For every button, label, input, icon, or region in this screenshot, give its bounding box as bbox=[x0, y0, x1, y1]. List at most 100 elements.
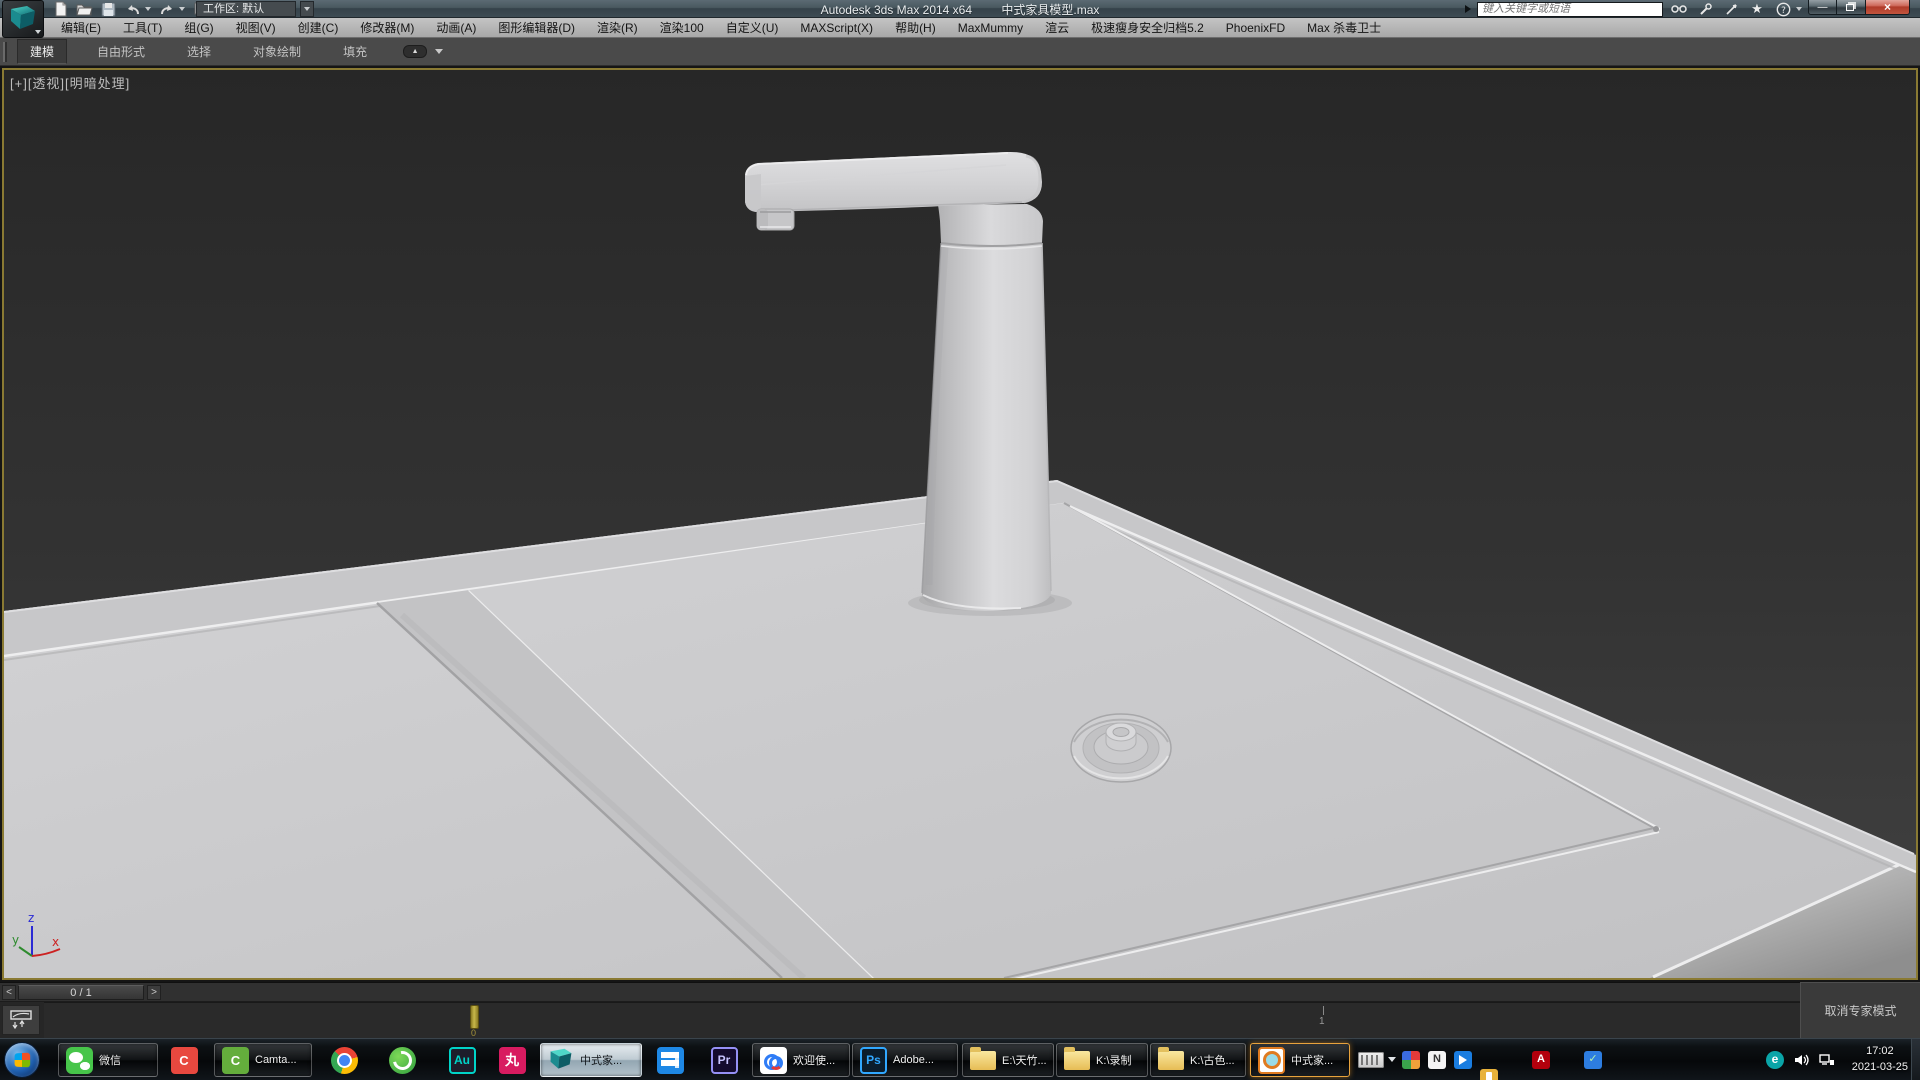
taskbar-capture-app[interactable]: 中式家... bbox=[1250, 1043, 1350, 1077]
show-desktop-button[interactable] bbox=[1911, 1039, 1920, 1080]
folder-icon bbox=[970, 1051, 996, 1070]
3dsmax-taskbar-icon bbox=[548, 1047, 574, 1073]
communication-center-icon[interactable] bbox=[1721, 2, 1741, 17]
perspective-viewport[interactable]: z y x [+][透视][明暗处理] bbox=[2, 68, 1918, 980]
green-swirl-icon bbox=[389, 1047, 416, 1074]
menu-create[interactable]: 创建(C) bbox=[287, 19, 350, 36]
menu-maxscript[interactable]: MAXScript(X) bbox=[789, 21, 884, 35]
favorites-star-icon[interactable]: ★ bbox=[1747, 2, 1767, 17]
menu-modifiers[interactable]: 修改器(M) bbox=[349, 19, 425, 36]
help-dropdown-icon[interactable] bbox=[1796, 7, 1802, 11]
menu-phoenixfd[interactable]: PhoenixFD bbox=[1215, 21, 1296, 35]
menu-rendercloud[interactable]: 渲云 bbox=[1034, 19, 1080, 36]
menu-group[interactable]: 组(G) bbox=[173, 19, 224, 36]
menu-rendering[interactable]: 渲染(R) bbox=[586, 19, 649, 36]
taskbar-green-app[interactable] bbox=[384, 1043, 420, 1077]
taskbar-premiere[interactable]: Pr bbox=[706, 1043, 742, 1077]
photoshop-icon: Ps bbox=[860, 1047, 887, 1074]
tray-network-icon[interactable] bbox=[1818, 1051, 1836, 1069]
tray-acrobat-icon[interactable]: A bbox=[1532, 1051, 1550, 1069]
redo-icon[interactable] bbox=[158, 1, 175, 17]
undo-icon[interactable] bbox=[124, 1, 141, 17]
track-bar-ruler[interactable]: 0 1 bbox=[44, 1002, 1804, 1038]
menu-help[interactable]: 帮助(H) bbox=[884, 19, 947, 36]
taskbar-audition[interactable]: Au bbox=[444, 1043, 480, 1077]
ribbon-tab-object-paint[interactable]: 对象绘制 bbox=[241, 40, 313, 63]
time-slider-handle[interactable]: 0 / 1 bbox=[18, 985, 144, 1000]
windows-flag-icon bbox=[15, 1053, 31, 1068]
taskbar-wan-tool[interactable]: 丸 bbox=[494, 1043, 530, 1077]
taskbar-3dsmax-active[interactable]: 中式家... bbox=[540, 1043, 642, 1077]
menu-graph-editors[interactable]: 图形编辑器(D) bbox=[487, 19, 586, 36]
document-title: 中式家具模型.max bbox=[1001, 3, 1099, 17]
redo-dropdown-icon[interactable] bbox=[179, 7, 185, 11]
tray-usb-drive-icon[interactable] bbox=[1480, 1069, 1498, 1080]
taskbar-film-app[interactable] bbox=[652, 1043, 688, 1077]
wechat-icon bbox=[66, 1047, 93, 1074]
taskbar-camtasia[interactable]: C Camta... bbox=[214, 1043, 312, 1077]
3dsmax-window: 工作区: 默认 Autodesk 3ds Max 2014 x64 中式家具模型… bbox=[0, 0, 1920, 1080]
help-icon[interactable]: ? bbox=[1773, 2, 1793, 17]
search-icon[interactable] bbox=[1669, 2, 1689, 17]
tray-sogou-icon[interactable] bbox=[1402, 1051, 1420, 1069]
ribbon-minimize-icon[interactable]: ▲ bbox=[403, 45, 427, 58]
taskbar-photoshop[interactable]: Ps Adobe... bbox=[852, 1043, 958, 1077]
language-bar-caret-icon[interactable] bbox=[1388, 1057, 1396, 1062]
frame-tick bbox=[1323, 1006, 1324, 1015]
input-method-keyboard-icon[interactable] bbox=[1358, 1052, 1384, 1068]
menu-maxmummy[interactable]: MaxMummy bbox=[947, 21, 1034, 35]
workspace-selector[interactable]: 工作区: 默认 bbox=[196, 1, 296, 17]
ribbon-tab-freeform[interactable]: 自由形式 bbox=[85, 40, 157, 63]
tray-notes-icon[interactable]: N bbox=[1428, 1051, 1446, 1069]
application-menu-button[interactable] bbox=[2, 0, 44, 38]
next-frame-button[interactable]: > bbox=[147, 985, 161, 1000]
taskbar-folder-k-antique[interactable]: K:\古色... bbox=[1150, 1043, 1246, 1077]
undo-dropdown-icon[interactable] bbox=[145, 7, 151, 11]
viewport-canvas[interactable]: z y x bbox=[4, 70, 1916, 978]
search-input[interactable] bbox=[1477, 2, 1663, 17]
save-icon[interactable] bbox=[100, 1, 117, 17]
close-button[interactable]: × bbox=[1865, 0, 1910, 15]
taskbar-chrome[interactable] bbox=[326, 1043, 362, 1077]
taskbar-netdisk-welcome[interactable]: 欢迎使... bbox=[752, 1043, 850, 1077]
start-button[interactable] bbox=[4, 1042, 40, 1078]
open-file-icon[interactable] bbox=[76, 1, 93, 17]
tray-blue-arrows-icon[interactable] bbox=[1454, 1051, 1472, 1069]
restore-button[interactable] bbox=[1837, 0, 1865, 15]
premiere-icon: Pr bbox=[711, 1047, 738, 1074]
menu-slim-archive[interactable]: 极速瘦身安全归档5.2 bbox=[1080, 19, 1215, 36]
ribbon-tab-modeling[interactable]: 建模 bbox=[17, 39, 67, 64]
tray-eset-icon[interactable]: e bbox=[1766, 1051, 1784, 1069]
mini-curve-editor-button[interactable] bbox=[2, 1005, 40, 1035]
menu-views[interactable]: 视图(V) bbox=[225, 19, 287, 36]
previous-frame-button[interactable]: < bbox=[2, 985, 16, 1000]
menu-customize[interactable]: 自定义(U) bbox=[715, 19, 790, 36]
viewport-label-menu[interactable]: [+][透视][明暗处理] bbox=[10, 73, 130, 92]
subscription-wrench-icon[interactable] bbox=[1695, 2, 1715, 17]
tray-pc-manager-icon[interactable]: ✓ bbox=[1584, 1051, 1602, 1069]
audition-icon: Au bbox=[449, 1047, 476, 1074]
taskbar-wechat[interactable]: 微信 bbox=[58, 1043, 158, 1077]
taskbar-folder-k-record[interactable]: K:\录制 bbox=[1056, 1043, 1148, 1077]
menu-render100[interactable]: 渲染100 bbox=[649, 19, 715, 36]
new-file-icon[interactable] bbox=[52, 1, 69, 17]
menu-tools[interactable]: 工具(T) bbox=[112, 19, 173, 36]
taskbar-folder-e[interactable]: E:\天竹... bbox=[962, 1043, 1054, 1077]
ribbon-grip-handle[interactable] bbox=[3, 42, 7, 62]
menu-animation[interactable]: 动画(A) bbox=[425, 19, 487, 36]
drain-plug-model[interactable] bbox=[1071, 714, 1171, 782]
ribbon-tab-selection[interactable]: 选择 bbox=[175, 40, 223, 63]
taskbar-clock[interactable]: 17:02 2021-03-25 bbox=[1852, 1043, 1908, 1075]
film-clip-icon bbox=[657, 1047, 684, 1074]
ribbon-options-caret-icon[interactable] bbox=[435, 49, 443, 54]
infocenter-expand-icon[interactable] bbox=[1465, 5, 1471, 13]
taskbar-camtasia-pinned[interactable]: C bbox=[166, 1043, 202, 1077]
ribbon-tab-populate[interactable]: 填充 bbox=[331, 40, 379, 63]
current-frame-marker[interactable] bbox=[470, 1005, 479, 1029]
cancel-expert-mode-button[interactable]: 取消专家模式 bbox=[1800, 982, 1920, 1038]
minimize-button[interactable]: — bbox=[1808, 0, 1837, 15]
menu-antivirus[interactable]: Max 杀毒卫士 bbox=[1296, 19, 1392, 36]
tray-volume-icon[interactable] bbox=[1792, 1051, 1810, 1069]
workspace-dropdown-icon[interactable] bbox=[300, 1, 314, 17]
menu-edit[interactable]: 编辑(E) bbox=[50, 19, 112, 36]
